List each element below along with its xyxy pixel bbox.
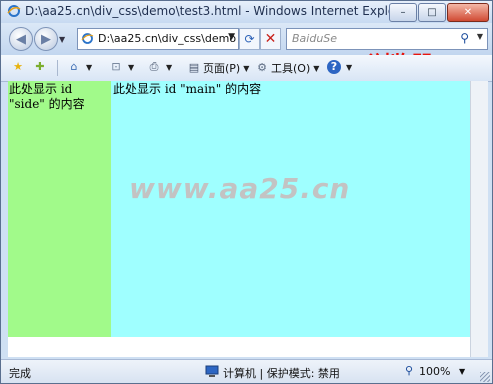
help-icon: ? (327, 60, 341, 74)
back-button[interactable]: ◀ (9, 27, 33, 51)
tools-gear-icon: ⚙ (257, 61, 267, 74)
side-text: 此处显示 id "side" 的内容 (9, 82, 85, 111)
page-menu[interactable]: ▤ 页面(P) ▼ (187, 60, 250, 76)
address-dropdown-icon[interactable]: ▼ (228, 32, 235, 42)
title-bar: D:\aa25.cn\div_css\demo\test3.html - Win… (1, 1, 492, 23)
status-text: 完成 (9, 367, 31, 380)
forward-button[interactable]: ▶ (34, 27, 58, 51)
page-content: 此处显示 id "side" 的内容 此处显示 id "main" 的内容 (8, 81, 470, 337)
page-bottom-area (8, 337, 470, 357)
favorites-star-icon[interactable]: ★ (11, 60, 27, 74)
security-zone-text[interactable]: 计算机 | 保护模式: 禁用 (223, 365, 340, 381)
window-controls: – □ ✕ (389, 3, 489, 22)
page-icon: ▤ (188, 61, 200, 74)
zoom-dropdown-icon[interactable]: ▼ (459, 367, 465, 376)
main-text: 此处显示 id "main" 的内容 (113, 82, 262, 96)
zoom-level[interactable]: 100% (419, 365, 450, 378)
browser-window: D:\aa25.cn\div_css\demo\test3.html - Win… (0, 0, 493, 384)
feeds-icon: ⊡ (111, 60, 121, 73)
tools-menu-label: 工具(O) (271, 62, 311, 75)
tools-menu[interactable]: ⚙ 工具(O) ▼ (255, 60, 319, 76)
search-input[interactable]: BaiduSe (292, 32, 337, 45)
vertical-scrollbar[interactable] (470, 81, 488, 357)
status-bar: 完成 计算机 | 保护模式: 禁用 ⚲ 100% ▼ (1, 359, 492, 383)
help-menu[interactable]: ? ▼ (327, 60, 352, 74)
maximize-button[interactable]: □ (418, 3, 446, 22)
recent-pages-dropdown-icon[interactable]: ▼ (59, 35, 65, 44)
ie-logo-icon (7, 5, 21, 17)
home-icon: ⌂ (70, 60, 78, 73)
print-icon: ⎙ (149, 60, 159, 73)
home-button[interactable]: ⌂ ▼ (67, 60, 93, 74)
watermark: www.aa25.cn (129, 172, 351, 205)
main-column: 此处显示 id "main" 的内容 (111, 81, 470, 337)
search-dropdown-icon[interactable]: ▼ (477, 32, 483, 41)
feeds-button[interactable]: ⊡ ▼ (109, 60, 134, 74)
computer-zone-icon (205, 365, 219, 377)
favicon-icon (81, 33, 94, 44)
stop-icon[interactable]: ✕ (260, 28, 281, 50)
address-text: D:\aa25.cn\div_css\demo (98, 32, 237, 45)
minimize-button[interactable]: – (389, 3, 417, 22)
refresh-icon[interactable]: ⟳ (239, 28, 260, 50)
navigation-bar: ◀ ▶ ▼ D:\aa25.cn\div_css\demo ▼ ⟳ ✕ Baid… (1, 23, 492, 78)
page-menu-label: 页面(P) (203, 62, 241, 75)
close-button[interactable]: ✕ (447, 3, 489, 22)
zoom-icon[interactable]: ⚲ (405, 364, 413, 377)
command-bar: ★ ✚ ⌂ ▼ ⊡ ▼ ⎙ ▼ ▤ 页面(P) ▼ ⚙ 工具(O) ▼ ? ▼ (1, 55, 492, 82)
add-favorites-icon[interactable]: ✚ (33, 60, 49, 74)
divider (57, 60, 58, 76)
resize-grip-icon[interactable] (480, 372, 490, 382)
address-bar[interactable]: D:\aa25.cn\div_css\demo ▼ (77, 28, 239, 50)
side-column: 此处显示 id "side" 的内容 (8, 81, 111, 337)
window-title: D:\aa25.cn\div_css\demo\test3.html - Win… (25, 4, 413, 18)
search-icon[interactable]: ⚲ (460, 31, 469, 45)
print-button[interactable]: ⎙ ▼ (147, 60, 173, 74)
